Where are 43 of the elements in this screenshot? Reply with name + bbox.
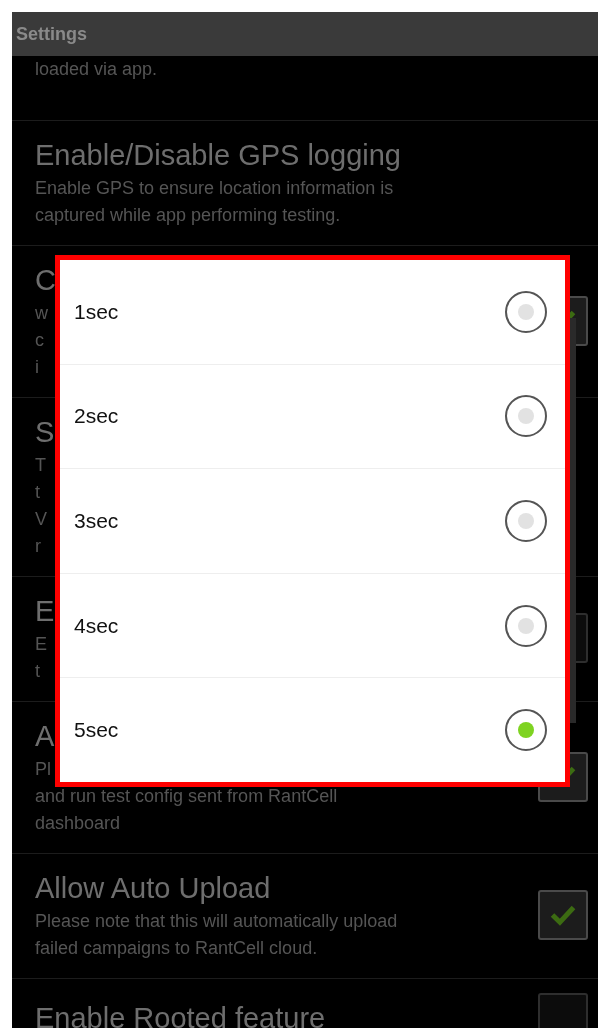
option-label: 5sec xyxy=(74,718,119,743)
option-label: 4sec xyxy=(74,613,119,638)
radio-button[interactable] xyxy=(505,500,547,542)
setting-title: E xyxy=(35,594,55,629)
setting-summary: r xyxy=(35,535,41,558)
radio-button[interactable] xyxy=(505,290,547,333)
option-row[interactable]: 2sec xyxy=(60,363,565,469)
setting-title: A xyxy=(35,719,55,754)
setting-title: Enable/Disable GPS logging xyxy=(35,138,401,173)
setting-summary: loaded via app. xyxy=(35,58,158,81)
radio-button[interactable] xyxy=(505,604,547,647)
checkbox[interactable] xyxy=(538,890,588,940)
setting-title: C xyxy=(35,263,56,298)
radio-button[interactable] xyxy=(505,395,547,438)
setting-summary: Pl xyxy=(35,758,51,781)
setting-title: S xyxy=(35,415,55,450)
checkmark-icon xyxy=(550,904,576,926)
setting-summary: t xyxy=(35,481,40,504)
setting-title: Enable Rooted feature xyxy=(35,1001,326,1028)
setting-summary: failed campaigns to RantCell cloud. xyxy=(35,937,318,960)
option-row[interactable]: 3sec xyxy=(60,468,565,573)
option-label: 3sec xyxy=(74,509,119,533)
radio-button[interactable] xyxy=(505,709,547,752)
setting-summary: c xyxy=(35,329,44,352)
option-row[interactable]: 1sec xyxy=(60,260,565,364)
setting-summary: w xyxy=(35,302,48,325)
setting-summary: and run test config sent from RantCell xyxy=(35,785,338,808)
option-row[interactable]: 5sec xyxy=(60,677,565,782)
setting-summary: t xyxy=(35,660,40,683)
checkbox[interactable] xyxy=(538,993,588,1028)
setting-title: Allow Auto Upload xyxy=(35,871,271,906)
option-label: 2sec xyxy=(74,404,119,429)
setting-summary: i xyxy=(35,356,39,379)
setting-summary: E xyxy=(35,633,47,656)
setting-summary: T xyxy=(35,454,46,477)
setting-summary: V xyxy=(35,508,47,531)
setting-summary: dashboard xyxy=(35,812,121,835)
setting-summary: Enable GPS to ensure location information is xyxy=(35,177,394,200)
setting-summary: Please note that this will automatically upload xyxy=(35,910,398,933)
screen-title: Settings xyxy=(16,23,87,45)
setting-summary: captured while app performing testing. xyxy=(35,204,341,227)
option-label: 1sec xyxy=(74,299,119,324)
option-row[interactable]: 4sec xyxy=(60,572,565,678)
